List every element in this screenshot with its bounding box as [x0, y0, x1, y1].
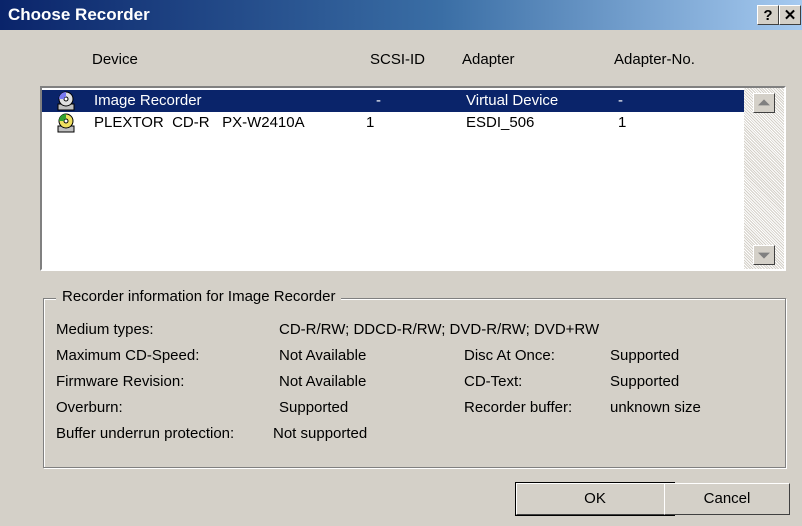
close-button[interactable]: ✕ [779, 5, 801, 25]
cd-text-label: CD-Text: [464, 373, 523, 390]
device-list[interactable]: Image Recorder - Virtual Device - PLEXTO… [40, 86, 786, 271]
overburn-label: Overburn: [56, 399, 123, 416]
medium-types-value: CD-R/RW; DDCD-R/RW; DVD-R/RW; DVD+RW [279, 321, 600, 338]
device-name: PLEXTOR CD-R PX-W2410A [94, 114, 305, 131]
disc-at-once-label: Disc At Once: [464, 347, 555, 364]
firmware-revision-label: Firmware Revision: [56, 373, 185, 390]
buffer-underrun-value: Not supported [273, 425, 368, 442]
help-button[interactable]: ? [757, 5, 779, 25]
recorder-icon [57, 91, 75, 111]
recorder-info-legend: Recorder information for Image Recorder [56, 288, 342, 305]
device-adapter: Virtual Device [466, 92, 559, 109]
firmware-revision-value: Not Available [279, 373, 367, 390]
device-scsi-id: 1 [366, 114, 375, 131]
cancel-button[interactable]: Cancel [664, 483, 790, 515]
choose-recorder-dialog: Choose Recorder ? ✕ Device SCSI-ID Adapt… [0, 0, 802, 526]
device-list-scrollbar[interactable] [744, 88, 784, 269]
recorder-buffer-value: unknown size [610, 399, 701, 416]
column-header-scsi-id[interactable]: SCSI-ID [370, 51, 425, 68]
medium-types-label: Medium types: [56, 321, 154, 338]
device-row-plextor[interactable]: PLEXTOR CD-R PX-W2410A 1 ESDI_506 1 [42, 112, 746, 134]
recorder-buffer-label: Recorder buffer: [464, 399, 573, 416]
device-adapter-no: - [618, 92, 623, 109]
scroll-down-button[interactable] [753, 245, 775, 265]
device-adapter: ESDI_506 [466, 114, 535, 131]
max-cd-speed-label: Maximum CD-Speed: [56, 347, 200, 364]
column-header-adapter[interactable]: Adapter [462, 51, 515, 68]
title-bar[interactable]: Choose Recorder ? ✕ [0, 0, 802, 30]
device-scsi-id: - [376, 92, 381, 109]
device-row-image-recorder[interactable]: Image Recorder - Virtual Device - [42, 90, 746, 112]
buffer-underrun-label: Buffer underrun protection: [56, 425, 235, 442]
max-cd-speed-value: Not Available [279, 347, 367, 364]
column-header-device[interactable]: Device [92, 51, 138, 68]
disc-at-once-value: Supported [610, 347, 680, 364]
scroll-up-button[interactable] [753, 93, 775, 113]
device-adapter-no: 1 [618, 114, 627, 131]
overburn-value: Supported [279, 399, 349, 416]
window-title: Choose Recorder [8, 5, 150, 24]
arrow-up-icon [758, 99, 770, 106]
cd-writer-icon [57, 113, 75, 133]
ok-button[interactable]: OK [515, 482, 675, 516]
arrow-down-icon [758, 252, 770, 259]
cd-text-value: Supported [610, 373, 680, 390]
column-header-adapter-no[interactable]: Adapter-No. [614, 51, 695, 68]
device-name: Image Recorder [94, 92, 202, 109]
